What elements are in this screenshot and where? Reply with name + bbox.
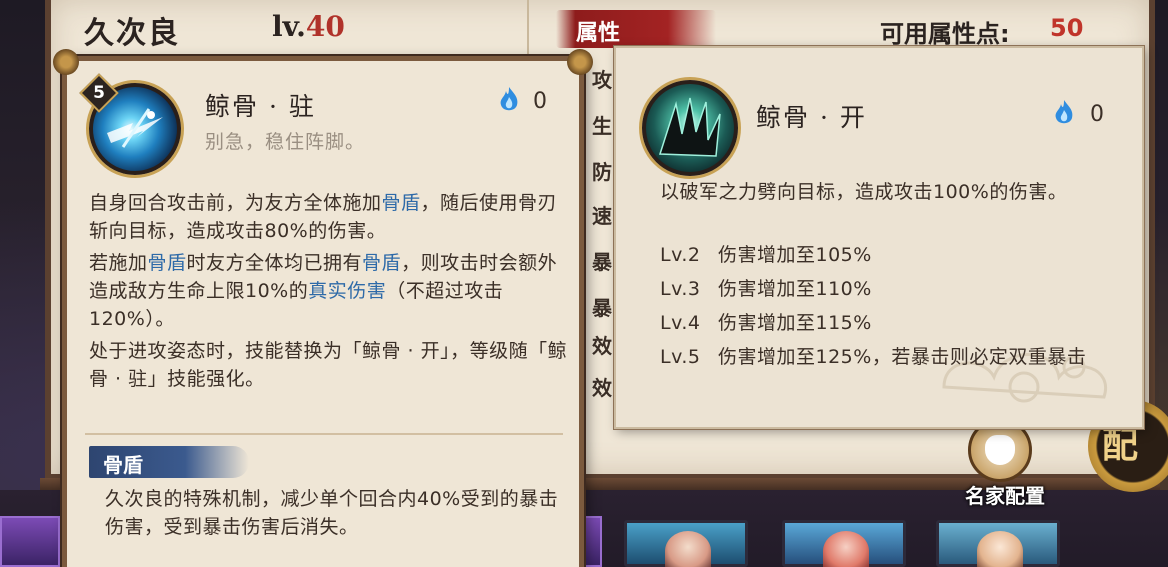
tab-attributes-label: 属性 (576, 21, 621, 46)
keyword-bone-shield[interactable]: 骨盾 (148, 252, 187, 274)
attribute-row-label: 效 (592, 334, 612, 358)
skill-level-value: 5 (93, 83, 105, 103)
desc-text: 时友方全体均已拥有 (186, 252, 363, 274)
level-upgrade-line: Lv.4 伤害增加至115% (660, 309, 1130, 337)
attribute-row-label: 速 (592, 204, 612, 228)
tab-attributes[interactable]: 属性 (556, 10, 716, 48)
whale-bone-open-skill-icon (642, 80, 738, 176)
level-value: 40 (305, 10, 345, 43)
shikigami-portrait (977, 531, 1023, 567)
level-label: Lv.2 (660, 244, 701, 266)
character-name: 久次良 (84, 16, 180, 51)
desc-text: 自身回合攻击前，为友方全体施加 (89, 192, 382, 214)
skill-name: 鲸骨 · 驻 (205, 92, 316, 121)
onibi-fire-icon (500, 87, 518, 111)
famous-loadout-label: 名家配置 (965, 484, 1045, 508)
level-label: Lv.4 (660, 312, 701, 334)
level-effect: 伤害增加至125%，若暴击则必定双重暴击 (718, 346, 1087, 368)
description-paragraph: 自身回合攻击前，为友方全体施加骨盾，随后使用骨刃斩向目标，造成攻击80%的伤害。 (89, 189, 569, 245)
alternate-skill-popup: 鲸骨 · 开 0 以破军之力劈向目标，造成攻击100%的伤害。 Lv.2 伤害增加… (614, 46, 1144, 429)
attribute-row-label: 攻 (592, 68, 612, 92)
keyword-tag-label: 骨盾 (103, 453, 143, 477)
level-upgrade-line: Lv.5 伤害增加至125%，若暴击则必定双重暴击 (660, 343, 1130, 371)
shikigami-card[interactable] (936, 520, 1060, 567)
level-upgrade-line: Lv.3 伤害增加至110% (660, 275, 1130, 303)
skill-description: 以破军之力劈向目标，造成攻击100%的伤害。 (660, 181, 1068, 203)
attribute-points-value: 50 (1050, 14, 1084, 42)
shikigami-portrait (665, 531, 711, 567)
attribute-row-label: 效 (592, 376, 612, 400)
attribute-points-label: 可用属性点: (880, 20, 1010, 48)
onibi-fire-icon (1055, 100, 1073, 124)
desc-text: 若施加 (89, 252, 148, 274)
level-effect: 伤害增加至105% (718, 244, 872, 266)
keyword-bone-shield[interactable]: 骨盾 (382, 192, 421, 214)
skill-detail-panel: 5 鲸骨 · 驻 别急，稳住阵脚。 0 自身回合攻击前，为友方全体施加骨盾，随后… (53, 49, 593, 567)
section-divider (85, 433, 563, 435)
level-prefix: lv. (272, 10, 306, 43)
attribute-row-label: 生 (592, 114, 612, 138)
keyword-tag-banner: 骨盾 (89, 446, 249, 478)
level-upgrade-line: Lv.2 伤害增加至105% (660, 241, 1130, 269)
header-divider (527, 0, 529, 56)
level-effect: 伤害增加至110% (718, 278, 872, 300)
shikigami-card[interactable] (782, 520, 906, 567)
attribute-row-label: 暴 (592, 296, 612, 320)
skill-name: 鲸骨 · 开 (756, 103, 867, 132)
skill-description: 自身回合攻击前，为友方全体施加骨盾，随后使用骨刃斩向目标，造成攻击80%的伤害。… (89, 189, 569, 397)
level-effect: 伤害增加至115% (718, 312, 872, 334)
shikigami-card[interactable] (0, 516, 60, 567)
description-paragraph: 若施加骨盾时友方全体均已拥有骨盾，则攻击时会额外造成敌方生命上限10%的真实伤害… (89, 249, 569, 333)
skill-cost: 0 (533, 89, 547, 114)
skill-subtitle: 别急，稳住阵脚。 (205, 131, 366, 153)
keyword-tag-description: 久次良的特殊机制，减少单个回合内40%受到的暴击伤害，受到暴击伤害后消失。 (105, 488, 559, 538)
attribute-row-label: 防 (592, 160, 612, 184)
shikigami-portrait (823, 531, 869, 567)
attribute-row-label: 暴 (592, 250, 612, 274)
level-label: Lv.5 (660, 346, 701, 368)
description-paragraph: 处于进攻姿态时，技能替换为「鲸骨 · 开」，等级随「鲸骨 · 驻」技能强化。 (89, 340, 568, 390)
skill-cost: 0 (1090, 102, 1104, 127)
level-label: Lv.3 (660, 278, 701, 300)
bone-spike-icon (658, 97, 721, 157)
shikigami-card[interactable] (624, 520, 748, 567)
keyword-bone-shield[interactable]: 骨盾 (362, 252, 401, 274)
character-level: lv.40 (272, 10, 345, 43)
keyword-true-damage[interactable]: 真实伤害 (308, 280, 386, 302)
